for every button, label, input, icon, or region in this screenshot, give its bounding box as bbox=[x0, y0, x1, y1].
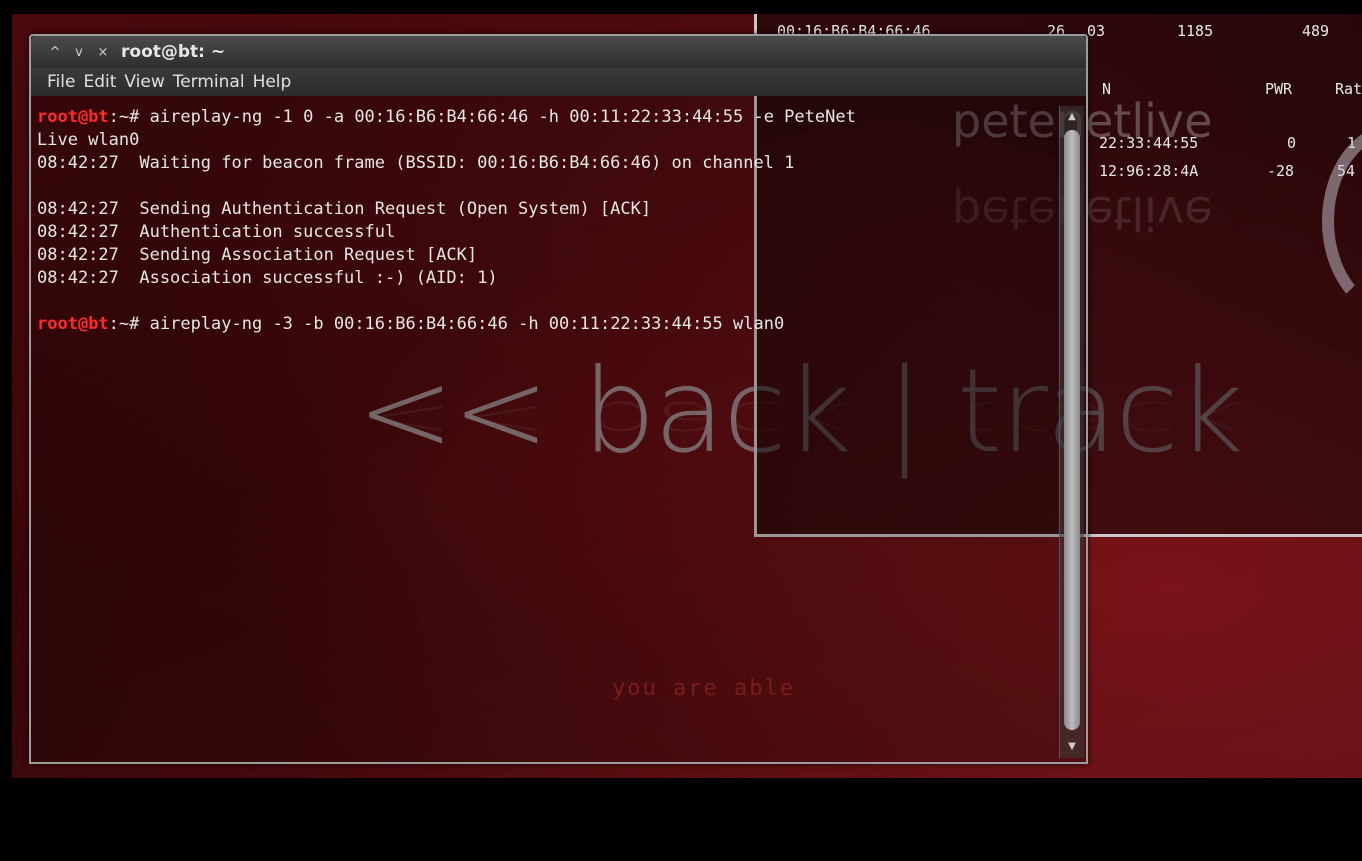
bg-col3: 1185 bbox=[1177, 22, 1214, 40]
bg-col2: 03 bbox=[1087, 22, 1106, 40]
scroll-up-arrow-icon[interactable]: ▲ bbox=[1062, 108, 1082, 126]
menubar: File Edit View Terminal Help bbox=[31, 68, 1086, 96]
menu-edit[interactable]: Edit bbox=[83, 72, 116, 92]
prompt-host: @bt bbox=[77, 314, 109, 334]
window-title: root@bt: ~ bbox=[121, 42, 226, 62]
minimize-icon[interactable]: v bbox=[67, 45, 91, 60]
menu-help[interactable]: Help bbox=[253, 72, 292, 92]
prompt-user: root bbox=[37, 314, 78, 334]
menu-file[interactable]: File bbox=[47, 72, 75, 92]
terminal-window[interactable]: ^ v × root@bt: ~ File Edit View Terminal… bbox=[29, 34, 1088, 764]
terminal-output[interactable]: root@bt:~# aireplay-ng -1 0 -a 00:16:B6:… bbox=[37, 106, 1047, 758]
prompt-host: @bt bbox=[77, 107, 109, 127]
terminal-output-line: 08:42:27 Sending Association Request [AC… bbox=[37, 245, 478, 265]
terminal-command-line: root@bt:~# aireplay-ng -3 -b 00:16:B6:B4… bbox=[37, 313, 1047, 336]
bg-col4: 489 bbox=[1302, 22, 1330, 40]
prompt-path: :~# bbox=[108, 107, 140, 127]
bg-header-rate: Rat bbox=[1335, 80, 1362, 98]
maximize-icon[interactable]: ^ bbox=[43, 45, 67, 60]
prompt-path: :~# bbox=[108, 314, 140, 334]
bg-pwr-2: -28 bbox=[1267, 162, 1295, 180]
menu-terminal[interactable]: Terminal bbox=[173, 72, 245, 92]
terminal-output-line: 08:42:27 Sending Authentication Request … bbox=[37, 199, 652, 219]
command-text: aireplay-ng -3 -b 00:16:B6:B4:66:46 -h 0… bbox=[139, 314, 785, 334]
terminal-titlebar[interactable]: ^ v × root@bt: ~ bbox=[31, 36, 1086, 68]
scroll-down-arrow-icon[interactable]: ▼ bbox=[1062, 738, 1082, 756]
terminal-command-line: root@bt:~# aireplay-ng -1 0 -a 00:16:B6:… bbox=[37, 106, 1047, 129]
command-text: aireplay-ng -1 0 -a 00:16:B6:B4:66:46 -h… bbox=[139, 107, 856, 127]
bg-station-2: 12:96:28:4A bbox=[1099, 162, 1199, 180]
terminal-output-line: 08:42:27 Authentication successful bbox=[37, 222, 396, 242]
terminal-output-line: 08:42:27 Association successful :-) (AID… bbox=[37, 268, 498, 288]
scrollbar-thumb[interactable] bbox=[1064, 130, 1080, 730]
close-icon[interactable]: × bbox=[91, 45, 115, 60]
bg-header-pwr: PWR bbox=[1265, 80, 1293, 98]
bg-pwr-1: 0 bbox=[1287, 134, 1297, 152]
terminal-output-line: Live wlan0 bbox=[37, 130, 140, 150]
prompt-user: root bbox=[37, 107, 78, 127]
menu-view[interactable]: View bbox=[124, 72, 164, 92]
terminal-scrollbar[interactable]: ▲ ▼ bbox=[1059, 106, 1084, 758]
terminal-output-line: 08:42:27 Waiting for beacon frame (BSSID… bbox=[37, 153, 795, 173]
